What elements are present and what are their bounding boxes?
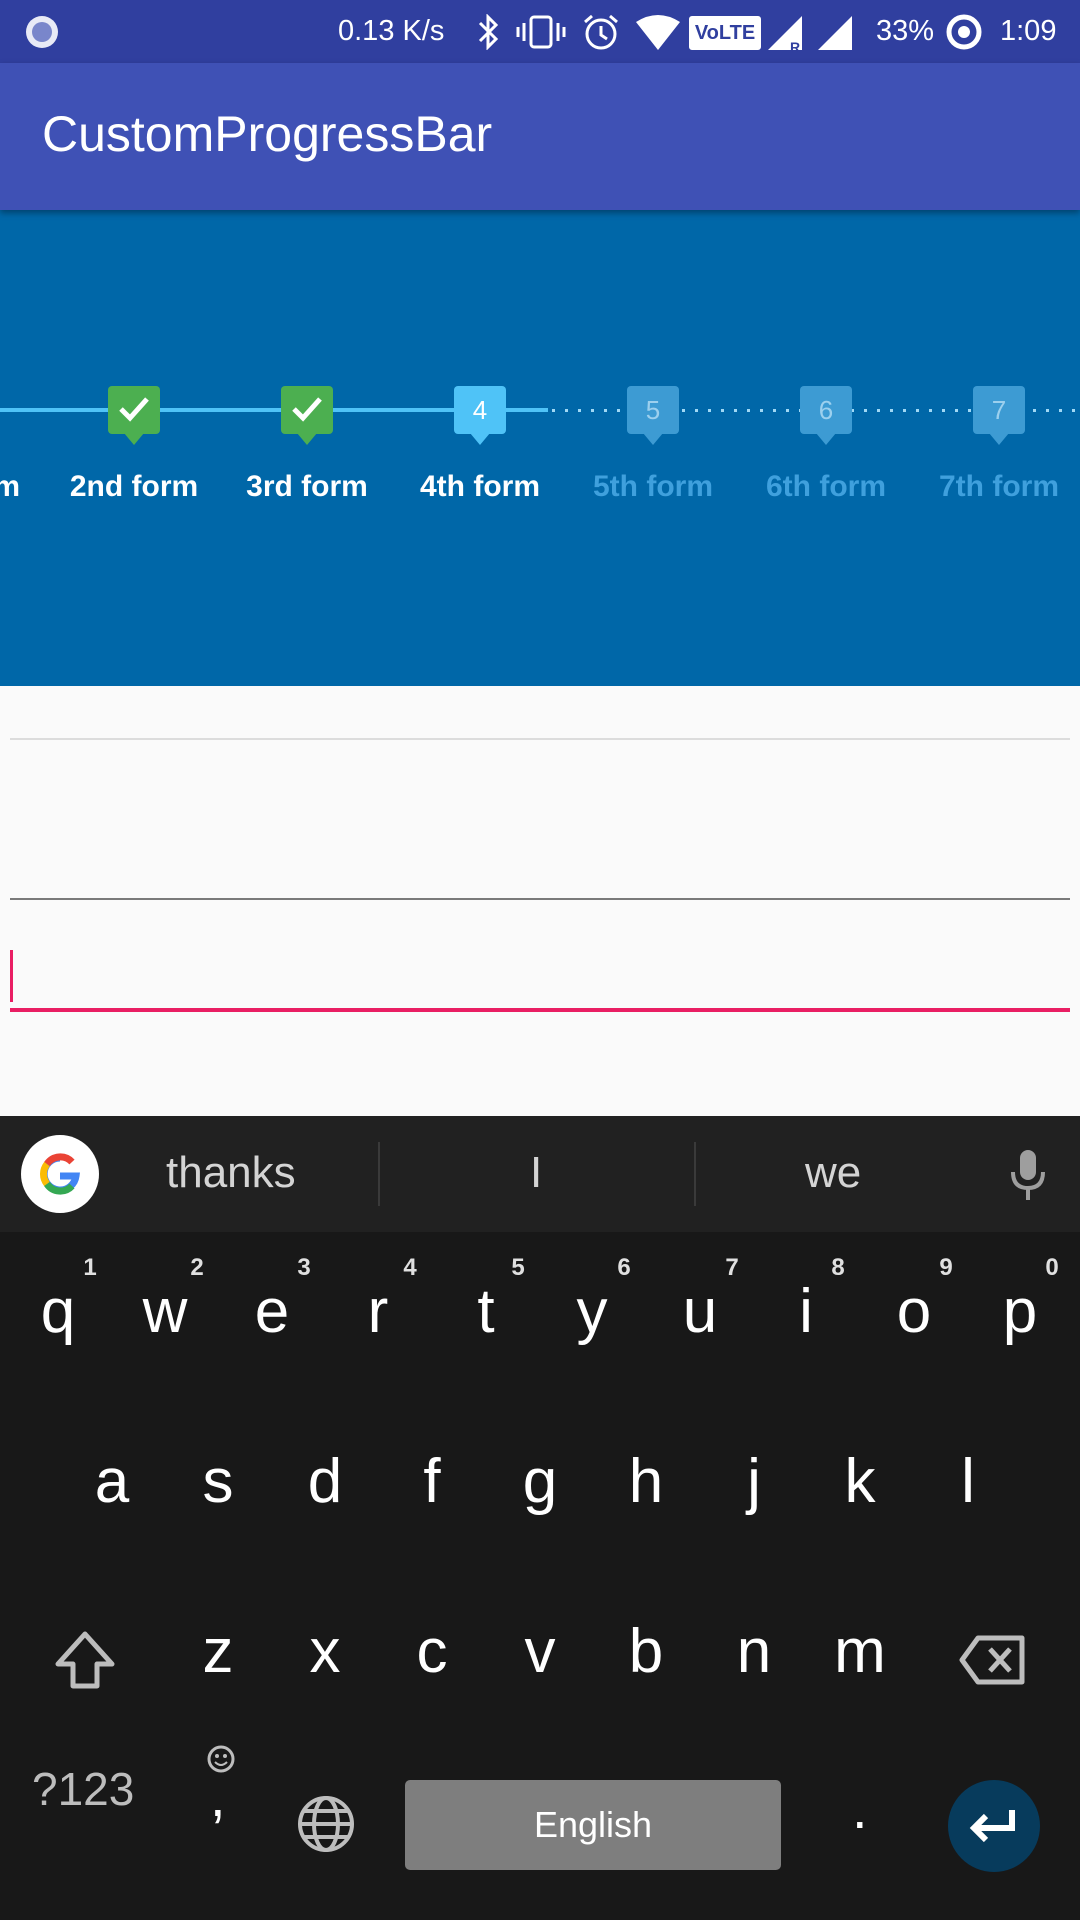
key-s[interactable]: s [174, 1446, 262, 1517]
step-marker-2[interactable] [108, 386, 160, 445]
vibrate-icon [516, 15, 566, 49]
app-notification-icon [26, 16, 58, 48]
key-p[interactable]: p [976, 1276, 1064, 1347]
suggestion-separator [378, 1142, 380, 1206]
key-hint: 5 [511, 1254, 525, 1281]
step-marker-6[interactable]: 6 [800, 386, 852, 445]
step-number: 5 [645, 395, 661, 425]
key-x[interactable]: x [281, 1616, 369, 1687]
step-label-3[interactable]: 3rd form [217, 470, 397, 504]
enter-arrow-icon [969, 1810, 1015, 1843]
form-progress-stepper: m 2nd form 3rd form 4 4th form 5 5th for… [0, 210, 1080, 686]
signal-roaming-icon: R [768, 16, 802, 54]
input-underline [10, 898, 1070, 900]
comma-label: , [210, 1765, 226, 1828]
wifi-icon [636, 15, 680, 50]
alarm-icon [584, 14, 618, 50]
symbols-key[interactable]: ?123 [32, 1762, 134, 1816]
text-input-1[interactable] [10, 745, 1070, 905]
check-icon [119, 397, 149, 422]
soft-keyboard: thanks I we q1w2e3r4t5y6u7i8o9p0 asdfghj… [0, 1116, 1080, 1920]
key-hint: 0 [1045, 1254, 1059, 1281]
key-k[interactable]: k [816, 1446, 904, 1517]
key-hint: 9 [939, 1254, 953, 1281]
step-number: 6 [818, 395, 834, 425]
step-marker-3[interactable] [281, 386, 333, 445]
suggestion-strip: thanks I we [0, 1116, 1080, 1232]
step-label-6[interactable]: 6th form [736, 470, 916, 504]
step-number: 4 [472, 395, 488, 425]
battery-percent: 33% [876, 15, 935, 47]
signal-icon [818, 16, 852, 50]
step-label-partial: m [0, 470, 20, 503]
key-t[interactable]: t [442, 1276, 530, 1347]
key-b[interactable]: b [602, 1616, 690, 1687]
key-z[interactable]: z [174, 1616, 262, 1687]
step-marker-5[interactable]: 5 [627, 386, 679, 445]
key-hint: 8 [831, 1254, 845, 1281]
microphone-icon[interactable] [1008, 1148, 1048, 1204]
key-c[interactable]: c [388, 1616, 476, 1687]
key-a[interactable]: a [68, 1446, 156, 1517]
key-d[interactable]: d [281, 1446, 369, 1517]
key-f[interactable]: f [388, 1446, 476, 1517]
key-e[interactable]: e [228, 1276, 316, 1347]
key-j[interactable]: j [710, 1446, 798, 1517]
field-divider [10, 738, 1070, 740]
period-key[interactable]: . [852, 1776, 868, 1841]
step-label-2[interactable]: 2nd form [44, 470, 224, 504]
network-speed: 0.13 K/s [338, 15, 445, 47]
key-g[interactable]: g [496, 1446, 584, 1517]
key-m[interactable]: m [816, 1616, 904, 1687]
suggestion-3[interactable]: we [805, 1148, 861, 1198]
key-hint: 7 [725, 1254, 739, 1281]
suggestion-2[interactable]: I [530, 1148, 542, 1198]
step-label-7[interactable]: 7th form [909, 470, 1080, 504]
key-l[interactable]: l [924, 1446, 1012, 1517]
key-hint: 2 [190, 1254, 204, 1281]
key-hint: 6 [617, 1254, 631, 1281]
shift-key-icon[interactable] [52, 1628, 118, 1694]
clock: 1:09 [1000, 15, 1057, 47]
key-i[interactable]: i [762, 1276, 850, 1347]
key-n[interactable]: n [710, 1616, 798, 1687]
enter-key[interactable] [948, 1780, 1040, 1872]
step-number: 7 [991, 395, 1007, 425]
space-key[interactable]: English [405, 1780, 781, 1870]
check-icon [292, 397, 322, 422]
google-icon[interactable] [21, 1135, 99, 1213]
key-w[interactable]: w [121, 1276, 209, 1347]
step-label-4[interactable]: 4th form [390, 470, 570, 504]
key-h[interactable]: h [602, 1446, 690, 1517]
app-title: CustomProgressBar [42, 106, 493, 162]
text-input-2-focused[interactable] [10, 930, 1070, 1012]
key-u[interactable]: u [656, 1276, 744, 1347]
key-o[interactable]: o [870, 1276, 958, 1347]
app-bar: CustomProgressBar [0, 63, 1080, 210]
key-y[interactable]: y [548, 1276, 636, 1347]
comma-emoji-key[interactable]: , [200, 1744, 244, 1844]
key-hint: 3 [297, 1254, 311, 1281]
globe-icon[interactable] [296, 1794, 356, 1854]
step-marker-4[interactable]: 4 [454, 386, 506, 445]
backspace-key-icon[interactable] [958, 1632, 1028, 1688]
battery-icon [946, 14, 982, 50]
step-marker-7[interactable]: 7 [973, 386, 1025, 445]
bluetooth-icon [478, 14, 499, 50]
suggestion-1[interactable]: thanks [166, 1148, 296, 1198]
key-q[interactable]: q [14, 1276, 102, 1347]
key-hint: 1 [83, 1254, 97, 1281]
volte-icon: VoLTE [689, 16, 761, 50]
key-hint: 4 [403, 1254, 417, 1281]
input-underline-focused [10, 1008, 1070, 1012]
key-v[interactable]: v [496, 1616, 584, 1687]
key-r[interactable]: r [334, 1276, 422, 1347]
text-cursor [10, 950, 13, 1002]
suggestion-separator [694, 1142, 696, 1206]
svg-text:R: R [790, 39, 800, 54]
status-bar: 0.13 K/s VoLTE R 33% 1:09 [0, 0, 1080, 63]
step-label-5[interactable]: 5th form [563, 470, 743, 504]
